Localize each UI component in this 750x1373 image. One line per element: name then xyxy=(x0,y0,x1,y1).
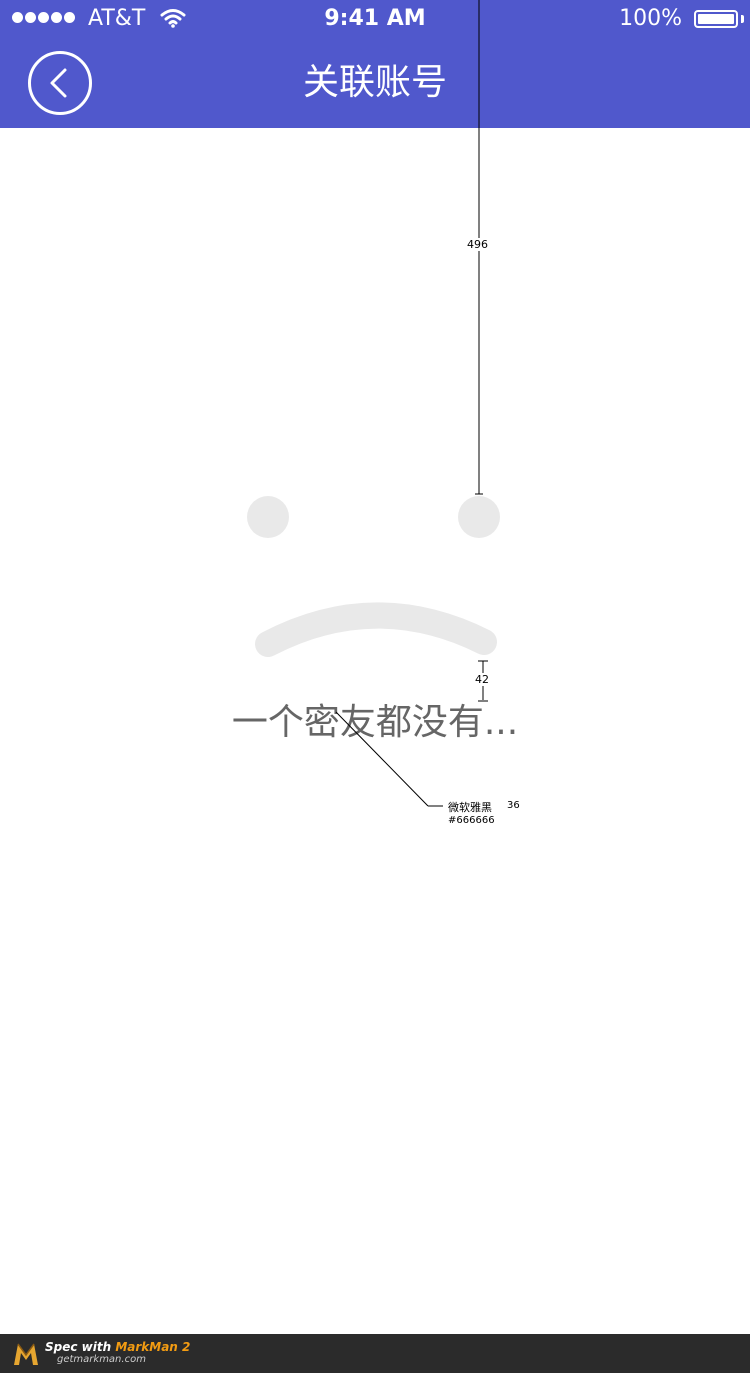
footer-brand: MarkMan 2 xyxy=(115,1340,191,1354)
markman-footer: Spec with MarkMan 2 getmarkman.com xyxy=(0,1334,750,1373)
spec-top-distance: 496 xyxy=(467,238,488,251)
left-eye xyxy=(247,496,289,538)
spec-font-size: 36 xyxy=(507,800,520,811)
spec-gap-distance: 42 xyxy=(475,673,489,686)
right-eye xyxy=(458,496,500,538)
footer-spec-with: Spec with xyxy=(45,1340,112,1354)
spec-font-color: #666666 xyxy=(448,815,495,826)
empty-state-message: 一个密友都没有... xyxy=(231,702,519,743)
footer-url[interactable]: getmarkman.com xyxy=(57,1354,146,1365)
sad-face-icon xyxy=(247,496,500,657)
footer-spec-text: Spec with MarkMan 2 xyxy=(45,1340,190,1354)
frown-mouth xyxy=(255,602,497,657)
spec-font-name: 微软雅黑 xyxy=(448,801,492,814)
markman-logo-icon xyxy=(14,1343,38,1365)
